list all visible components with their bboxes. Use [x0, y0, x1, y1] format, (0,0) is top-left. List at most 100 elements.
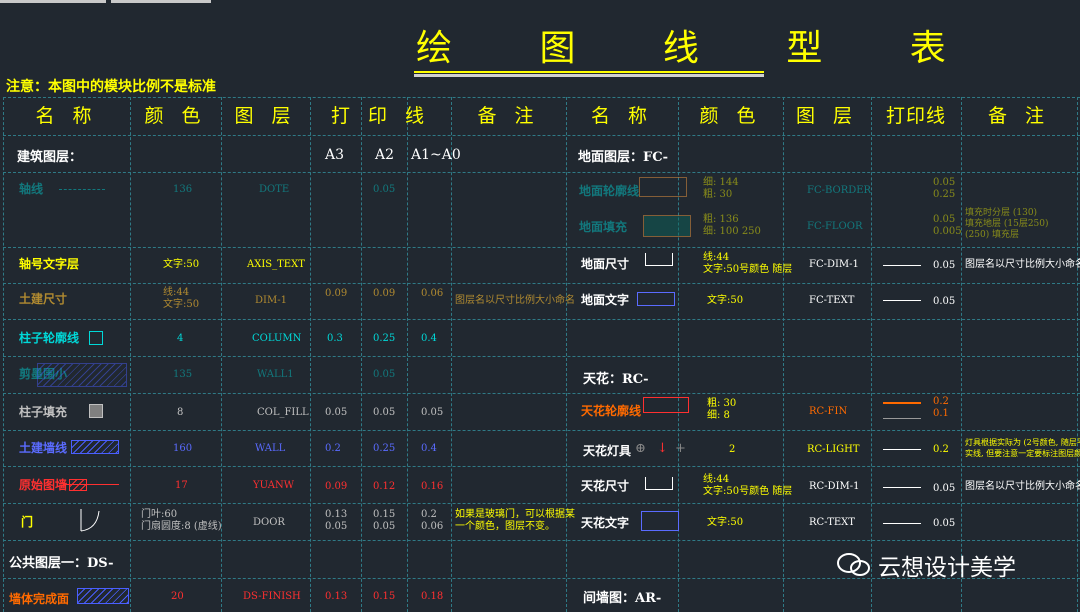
finishwall-hatch-icon [77, 588, 129, 604]
row-ceillight-line: 0.2 [933, 444, 949, 455]
header-right-print: 打印线 [885, 105, 946, 127]
axis-line-sample [59, 189, 105, 190]
row-axistext-name: 轴号文字层 [19, 257, 80, 271]
row-civilwall-a1: 0.4 [421, 443, 437, 454]
row-column-name: 柱子轮廓线 [19, 331, 80, 345]
row-shearwall-a2: 0.05 [373, 369, 396, 380]
row-origwall-a3: 0.09 [325, 481, 348, 492]
row-ceildim-remark: 图层名以尺寸比例大小命名 [965, 481, 1080, 492]
row-civildim-layer: DIM-1 [255, 295, 287, 306]
row-civildim-a1: 0.06 [421, 288, 444, 299]
row-ceilline-name: 天花轮廓线 [581, 404, 642, 418]
row-finishwall-layer: DS-FINISH [243, 591, 301, 602]
row-ceildim-layer: RC-DIM-1 [809, 481, 860, 492]
row-ceillight-layer: RC-LIGHT [807, 444, 860, 455]
row-column-color: 4 [177, 333, 184, 344]
ceillight-line-sample [883, 449, 921, 450]
section-arch: 建筑图层： [17, 150, 83, 165]
row-floortext-color: 文字:50 [707, 295, 744, 306]
row-civilwall-name: 土建墙线 [19, 441, 68, 455]
floordim-bracket-icon [645, 253, 673, 266]
floortext-tag-icon [637, 292, 675, 306]
header-left-name: 名 称 [35, 105, 98, 127]
row-civildim-name: 土建尺寸 [19, 292, 68, 306]
header-left-remark: 备 注 [477, 105, 540, 127]
row-finishwall-a3: 0.13 [325, 591, 348, 602]
row-ceillight-remark: 灯具根据实际为 (2号颜色, 随层平柱并出 实线, 但要注意一定要标注图层颜色) [965, 438, 1080, 458]
row-colfill-a3: 0.05 [325, 407, 348, 418]
row-floorline-line: 0.05 0.25 [933, 177, 956, 200]
row-axistext-color: 文字:50 [163, 259, 200, 270]
row-civilwall-a3: 0.2 [325, 443, 341, 454]
row-axis-name: 轴线 [19, 182, 44, 196]
header-right-layer: 图 层 [795, 105, 859, 127]
row-door-layer: DOOR [253, 517, 285, 528]
row-ceildim-color: 线:44 文字:50号颜色 随层 [703, 474, 793, 497]
row-floorline-name: 地面轮廓线 [579, 184, 640, 198]
row-floorfill-layer: FC-FLOOR [807, 221, 863, 232]
row-civilwall-color: 160 [173, 443, 193, 454]
row-floorfill-name: 地面填充 [579, 220, 628, 234]
row-colfill-color: 8 [177, 407, 184, 418]
row-ceilline-color: 粗: 30 细: 8 [707, 398, 737, 421]
row-ceilline-line: 0.2 0.1 [933, 396, 949, 419]
row-finishwall-name: 墙体完成面 [9, 592, 70, 606]
row-ceillight-name: 天花灯具 [583, 444, 632, 458]
row-door-remark: 如果是玻璃门，可以根据某 一个颜色，图层不变。 [455, 509, 575, 532]
floortext-line-sample [883, 300, 921, 301]
row-ceillight-color: 2 [729, 444, 736, 455]
ceildim-bracket-icon [645, 477, 673, 490]
row-origwall-layer: YUANW [253, 480, 294, 491]
light-arrow-icon: ↓ [657, 441, 668, 456]
row-origwall-a1: 0.16 [421, 481, 444, 492]
row-ceiltext-line: 0.05 [933, 518, 956, 529]
row-floordim-layer: FC-DIM-1 [809, 259, 859, 270]
row-floortext-layer: FC-TEXT [809, 295, 855, 306]
ceiltext-line-sample [883, 523, 921, 524]
row-finishwall-a2: 0.15 [373, 591, 396, 602]
row-civilwall-layer: WALL [255, 443, 286, 454]
colfill-swatch-icon [89, 404, 103, 418]
section-floor: 地面图层：FC- [578, 150, 668, 165]
row-origwall-a2: 0.12 [373, 481, 396, 492]
row-door-a3: 0.13 0.05 [325, 509, 348, 532]
wechat-logo-icon [837, 553, 870, 576]
row-axistext-layer: AXIS_TEXT [247, 259, 305, 270]
row-ceildim-line: 0.05 [933, 483, 956, 494]
row-ceildim-name: 天花尺寸 [581, 479, 630, 493]
row-colfill-layer: COL_FILL [257, 407, 309, 418]
tab-1[interactable] [0, 0, 106, 3]
row-ceiltext-layer: RC-TEXT [809, 517, 855, 528]
row-civilwall-a2: 0.25 [373, 443, 396, 454]
header-left-layer: 图 层 [234, 105, 297, 127]
print-size-a2: A2 [375, 147, 395, 163]
row-floorfill-color: 粗: 136 细: 100 250 [703, 214, 761, 237]
title-underline-2 [414, 74, 764, 77]
header-right-color: 颜 色 [699, 105, 762, 127]
door-swing-icon [80, 509, 100, 532]
row-door-name: 门 [21, 515, 34, 529]
tab-2[interactable] [111, 0, 211, 3]
row-floordim-color: 线:44 文字:50号颜色 随层 [703, 252, 793, 275]
floordim-line-sample [883, 265, 921, 266]
row-column-a2: 0.25 [373, 333, 396, 344]
header-left-color: 颜 色 [144, 105, 207, 127]
row-axis-layer: DOTE [259, 184, 290, 195]
row-civildim-color: 线:44 文字:50 [163, 287, 200, 310]
print-size-a3: A3 [325, 147, 345, 163]
row-floordim-remark: 图层名以尺寸比例大小命名 [965, 259, 1080, 270]
section-public: 公共图层一：DS- [9, 556, 114, 571]
page-title: 绘 图 线 型 表 [416, 28, 984, 69]
floorline-block-icon [639, 177, 687, 197]
row-floorline-color: 细: 144 粗: 30 [703, 177, 739, 200]
row-shearwall-layer: WALL1 [257, 369, 294, 380]
row-finishwall-color: 20 [171, 591, 184, 602]
civilwall-hatch-icon [71, 440, 119, 454]
row-colfill-a2: 0.05 [373, 407, 396, 418]
ceiltext-tag-icon [641, 511, 679, 531]
row-ceiltext-name: 天花文字 [581, 516, 630, 530]
watermark: 云想设计美学 [878, 555, 1016, 581]
row-civildim-a2: 0.09 [373, 288, 396, 299]
row-door-color: 门叶:60 门扇圆度:8 (虚线) [141, 509, 222, 532]
row-origwall-color: 17 [175, 480, 188, 491]
